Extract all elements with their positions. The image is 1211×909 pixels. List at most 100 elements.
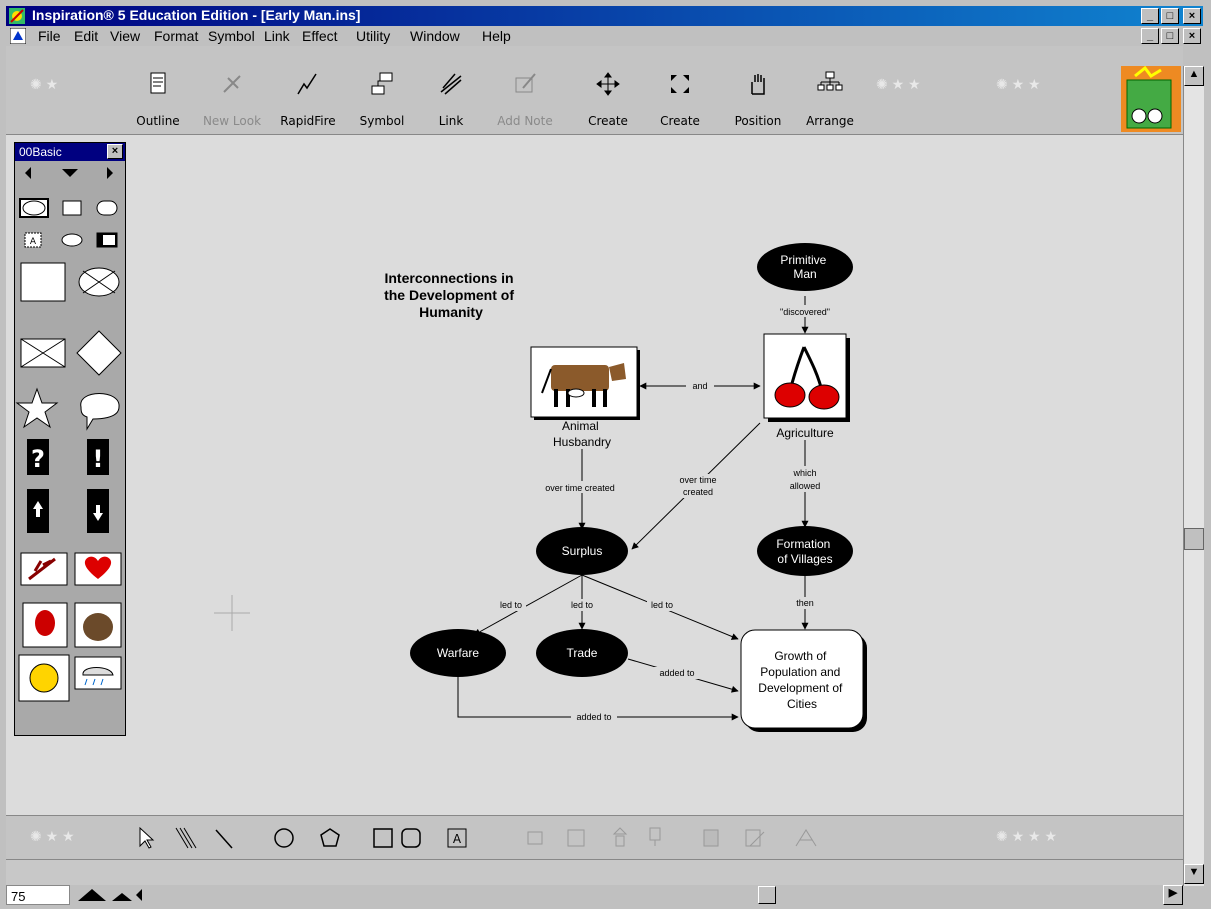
mascot-icon[interactable] xyxy=(1121,66,1181,132)
scroll-right-button[interactable]: ▶ xyxy=(1163,885,1183,905)
menu-effect[interactable]: Effect xyxy=(302,28,338,44)
doc-minimize-button[interactable]: _ xyxy=(1141,28,1159,44)
scroll-thumb[interactable] xyxy=(1184,528,1204,550)
zoom-field[interactable]: 75 xyxy=(6,885,70,905)
position-button[interactable]: Position xyxy=(726,46,790,134)
menu-format[interactable]: Format xyxy=(154,28,198,44)
add-note-icon xyxy=(515,73,536,93)
link-tool-icon xyxy=(175,827,197,849)
outline-icon xyxy=(150,72,166,94)
menu-symbol[interactable]: Symbol xyxy=(208,28,255,44)
fill-color-tool-icon xyxy=(703,829,719,847)
link-label-discovered[interactable]: "discovered" xyxy=(780,307,830,317)
new-look-label: New Look xyxy=(202,114,262,128)
maximize-button[interactable]: □ xyxy=(1161,8,1179,24)
link-label-allowed[interactable]: allowed xyxy=(790,481,821,491)
menu-file[interactable]: File xyxy=(38,28,61,44)
node-animal-husbandry[interactable]: Animal Husbandry xyxy=(530,346,640,449)
rapidfire-label: RapidFire xyxy=(280,114,336,128)
link-label-added-to-warfare[interactable]: added to xyxy=(576,712,611,722)
scroll-up-button[interactable]: ▲ xyxy=(1184,66,1204,86)
svg-text:Agriculture: Agriculture xyxy=(776,426,834,440)
horizontal-scrollbar[interactable]: 75 ▶ xyxy=(6,885,1183,905)
link-label-which[interactable]: which xyxy=(792,468,816,478)
svg-text:!: ! xyxy=(93,445,104,473)
diagram-heading[interactable]: Interconnections in the Development of H… xyxy=(384,270,518,320)
palette-title-bar[interactable]: 00Basic × xyxy=(15,143,125,161)
palette-square-icon xyxy=(20,262,66,302)
vertical-scrollbar[interactable]: ▲ ▼ xyxy=(1183,66,1204,886)
drawing-tools[interactable]: A xyxy=(136,824,856,854)
symbol-button[interactable]: Symbol xyxy=(350,46,414,134)
node-warfare[interactable]: Warfare xyxy=(410,629,506,677)
link-label-over-time-created[interactable]: over time created xyxy=(545,483,615,493)
zoom-controls[interactable] xyxy=(76,887,148,903)
link-label-added-to-trade[interactable]: added to xyxy=(659,668,694,678)
link-label-led-to-growth[interactable]: led to xyxy=(651,600,673,610)
svg-text:Formation of Villages: Formation of Villages xyxy=(776,537,833,566)
menu-window[interactable]: Window xyxy=(410,28,460,44)
crosshair-cursor xyxy=(214,595,250,631)
link-label-led-to-trade[interactable]: led to xyxy=(571,600,593,610)
palette-small-oval-icon xyxy=(61,233,83,247)
symbol-label: Symbol xyxy=(359,114,405,128)
title-bar: Inspiration® 5 Education Edition - [Earl… xyxy=(6,6,1203,26)
symbol-palette[interactable]: 00Basic × A ? ! xyxy=(14,142,126,736)
palette-diamond-icon xyxy=(76,330,122,376)
add-note-button[interactable]: Add Note xyxy=(492,46,558,134)
arrange-button[interactable]: Arrange xyxy=(798,46,862,134)
create-button[interactable]: Create xyxy=(580,46,636,134)
minimize-button[interactable]: _ xyxy=(1141,8,1159,24)
zoom-in-icon xyxy=(78,889,106,901)
node-growth-of-population[interactable]: Growth of Population and Development of … xyxy=(740,629,867,732)
node-primitive-man[interactable]: Primitive Man xyxy=(757,243,853,291)
create-expand-button[interactable]: Create xyxy=(652,46,708,134)
menu-link[interactable]: Link xyxy=(264,28,290,44)
link-label-then[interactable]: then xyxy=(796,598,814,608)
palette-left-arrow-icon xyxy=(25,167,31,179)
node-trade[interactable]: Trade xyxy=(536,629,628,677)
scroll-down-button[interactable]: ▼ xyxy=(1184,864,1204,884)
shrink-tool-icon xyxy=(527,831,543,845)
menu-view[interactable]: View xyxy=(110,28,140,44)
outline-button[interactable]: Outline xyxy=(130,46,186,134)
menu-utility[interactable]: Utility xyxy=(356,28,390,44)
close-button[interactable]: × xyxy=(1183,8,1201,24)
send-back-tool-icon xyxy=(649,827,661,846)
link-label: Link xyxy=(438,114,464,128)
new-look-button[interactable]: New Look xyxy=(196,46,268,134)
lightbulb-decoration-icon: ✺ ★ ★ xyxy=(30,828,75,844)
link-label-over-time[interactable]: over time xyxy=(679,475,716,485)
svg-text:A: A xyxy=(30,237,37,247)
horizontal-scroll-thumb[interactable] xyxy=(758,886,776,904)
link-button[interactable]: Link xyxy=(426,46,476,134)
link-surplus-warfare[interactable] xyxy=(473,574,583,636)
palette-right-arrow-icon xyxy=(107,167,113,179)
rectangle-tool-icon xyxy=(373,828,393,848)
doc-close-button[interactable]: × xyxy=(1183,28,1201,44)
scroll-left-icon xyxy=(136,889,142,901)
link-label-and[interactable]: and xyxy=(692,381,707,391)
link-icon xyxy=(440,73,462,95)
palette-speech-bubble-icon xyxy=(80,393,120,431)
bring-front-tool-icon xyxy=(612,827,628,847)
doc-restore-button[interactable]: □ xyxy=(1161,28,1179,44)
add-note-label: Add Note xyxy=(497,114,553,128)
diagram-canvas[interactable]: Interconnections in the Development of H… xyxy=(6,135,1183,815)
link-warfare-growth[interactable] xyxy=(457,675,739,721)
link-label-led-to-warfare[interactable]: led to xyxy=(500,600,522,610)
palette-shapes[interactable]: A ? ! xyxy=(15,161,125,721)
node-formation-of-villages[interactable]: Formation of Villages xyxy=(757,526,853,576)
app-icon xyxy=(9,8,25,24)
link-label-created[interactable]: created xyxy=(683,487,713,497)
node-surplus[interactable]: Surplus xyxy=(536,527,628,575)
palette-oval-icon xyxy=(22,200,46,216)
menu-edit[interactable]: Edit xyxy=(74,28,98,44)
svg-text:Trade: Trade xyxy=(567,646,598,660)
menu-help[interactable]: Help xyxy=(482,28,511,44)
rapidfire-button[interactable]: RapidFire xyxy=(272,46,344,134)
document-icon[interactable] xyxy=(10,28,26,44)
node-agriculture[interactable]: Agriculture xyxy=(763,333,850,440)
palette-close-button[interactable]: × xyxy=(107,144,123,159)
zoom-out-icon xyxy=(112,893,132,901)
